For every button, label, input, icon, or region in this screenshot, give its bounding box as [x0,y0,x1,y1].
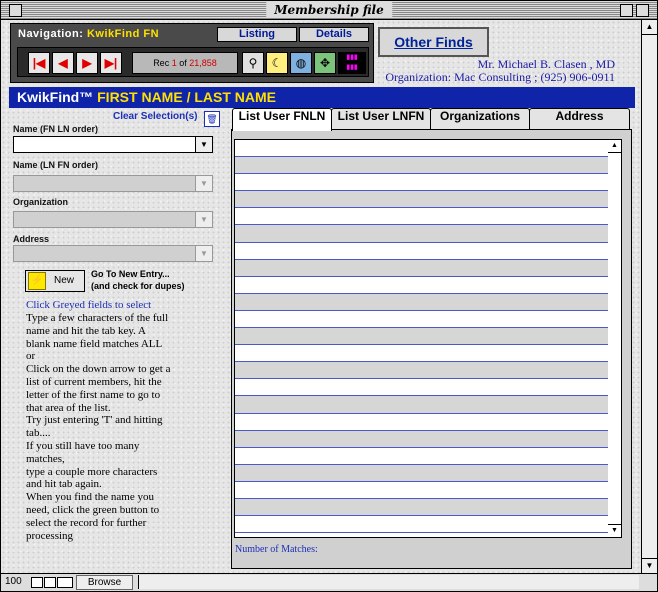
portal-row[interactable] [235,157,609,175]
portal-row[interactable] [235,328,609,346]
close-box[interactable] [9,4,22,17]
chevron-down-icon[interactable]: ▼ [195,176,212,191]
header-title: FIRST NAME / LAST NAME [97,89,277,105]
portal-row[interactable] [235,174,609,192]
header-prefix: KwikFind™ [17,89,94,105]
scroll-up-icon[interactable]: ▲ [642,20,657,35]
user-info: Mr. Michael B. Clasen , MD Organization:… [385,58,615,84]
tab-list-user-fnln[interactable]: List User FNLN [232,108,332,131]
portal-row[interactable] [235,225,609,243]
portal-row[interactable] [235,362,609,380]
record-navigation-bar: |◀ ◀ ▶ ▶| Rec 1 of 21,858 ⚲ ☾ ◍ ✥ ▮▮▮ ▮▮▮ [17,47,369,77]
portal-row[interactable] [235,243,609,260]
globe-icon[interactable]: ◍ [290,52,312,74]
new-hint-line-2: (and check for dupes) [91,281,185,291]
portal-row[interactable] [235,430,609,448]
portal-row[interactable] [235,396,609,414]
field-label-organization: Organization [13,197,69,207]
find-magnifier-icon[interactable]: ⚲ [242,52,264,74]
field-label-lnfn: Name (LN FN order) [13,160,99,170]
clear-selections-link[interactable]: Clear Selection(s) [113,111,197,122]
portal-row[interactable] [235,379,609,397]
sort-icon[interactable]: ☾ [266,52,288,74]
last-record-button[interactable]: ▶| [100,52,122,74]
new-bolt-icon: ⚡ [28,272,46,290]
spectrum-icon[interactable]: ▮▮▮ ▮▮▮ [338,52,366,74]
portal-row[interactable] [235,259,609,277]
horizontal-scrollbar[interactable] [138,575,639,589]
new-button-label: New [54,275,75,286]
other-finds-button[interactable]: Other Finds [378,27,489,57]
portal-row[interactable] [235,448,609,465]
trash-icon[interactable]: 🗑 [204,111,220,127]
address-field[interactable]: ▼ [13,245,213,262]
chevron-down-icon[interactable]: ▼ [195,246,212,261]
first-record-button[interactable]: |◀ [28,52,50,74]
chevron-down-icon[interactable]: ▼ [195,212,212,227]
portal-row[interactable] [235,191,609,209]
portal-row[interactable] [235,208,609,226]
new-hint-line-1: Go To New Entry... [91,269,170,279]
zoom-box[interactable] [620,4,633,17]
portal-scrollbar[interactable]: ▲ ▼ [608,139,622,538]
record-counter: Rec 1 of 21,858 [132,52,238,74]
title-bar[interactable]: Membership file [1,1,657,20]
listing-tab[interactable]: Listing [217,27,297,42]
navigator-icon[interactable]: ✥ [314,52,336,74]
scroll-down-icon[interactable]: ▼ [642,558,657,573]
navigation-panel: Navigation: KwikFind FN Listing Details … [10,23,374,83]
portal-row[interactable] [235,311,609,329]
help-text: Type a few characters of the full name a… [26,312,171,542]
previous-record-button[interactable]: ◀ [52,52,74,74]
portal-row[interactable] [235,414,609,431]
window-title: Membership file [266,2,392,18]
navigation-label-prefix: Navigation: [18,28,84,40]
status-area-icon[interactable] [57,577,73,588]
navigation-label: Navigation: KwikFind FN [18,28,159,40]
record-prefix: Rec [153,58,170,68]
portal-row[interactable] [235,345,609,363]
tab-organizations[interactable]: Organizations [430,108,530,130]
field-label-address: Address [13,234,50,244]
mode-indicator[interactable]: Browse [76,575,133,590]
portal-row[interactable] [235,516,609,534]
layout-area: Navigation: KwikFind FN Listing Details … [1,20,641,573]
zoom-out-icon[interactable] [31,577,43,588]
zoom-in-icon[interactable] [44,577,56,588]
portal-row[interactable] [235,140,609,158]
name-fnln-field[interactable]: ▼ [13,136,213,153]
results-portal[interactable] [234,139,610,538]
portal-row[interactable] [235,277,609,294]
tab-address[interactable]: Address [529,108,630,130]
next-record-button[interactable]: ▶ [76,52,98,74]
zoom-level[interactable]: 100 [5,576,22,587]
number-of-matches: Number of Matches: [235,544,318,555]
portal-row[interactable] [235,482,609,499]
new-entry-button[interactable]: ⚡ New [25,270,85,292]
record-total: 21,858 [189,58,217,68]
membership-window: Membership file Navigation: KwikFind FN … [0,0,658,592]
name-lnfn-field[interactable]: ▼ [13,175,213,192]
record-current: 1 [171,58,177,68]
field-label-fnln: Name (FN LN order) [13,124,99,134]
chevron-down-icon[interactable]: ▼ [195,137,212,152]
details-tab[interactable]: Details [299,27,369,42]
user-organization: Organization: Mac Consulting ; (925) 906… [385,70,615,84]
portal-row[interactable] [235,293,609,311]
record-of: of [179,58,187,68]
collapse-box[interactable] [636,4,649,17]
status-bar: 100 Browse [1,573,657,591]
portal-row[interactable] [235,464,609,482]
help-title: Click Greyed fields to select [26,299,152,311]
scroll-down-icon[interactable]: ▼ [608,524,621,537]
navigation-label-find: KwikFind FN [86,28,160,40]
tab-list-user-lnfn[interactable]: List User LNFN [331,108,431,130]
kwikfind-header: KwikFind™ FIRST NAME / LAST NAME [9,87,635,108]
organization-field[interactable]: ▼ [13,211,213,228]
portal-row[interactable] [235,498,609,517]
window-vertical-scrollbar[interactable]: ▲ ▼ [641,20,657,573]
new-entry-hint: Go To New Entry... (and check for dupes) [91,268,185,292]
scroll-up-icon[interactable]: ▲ [608,140,621,153]
